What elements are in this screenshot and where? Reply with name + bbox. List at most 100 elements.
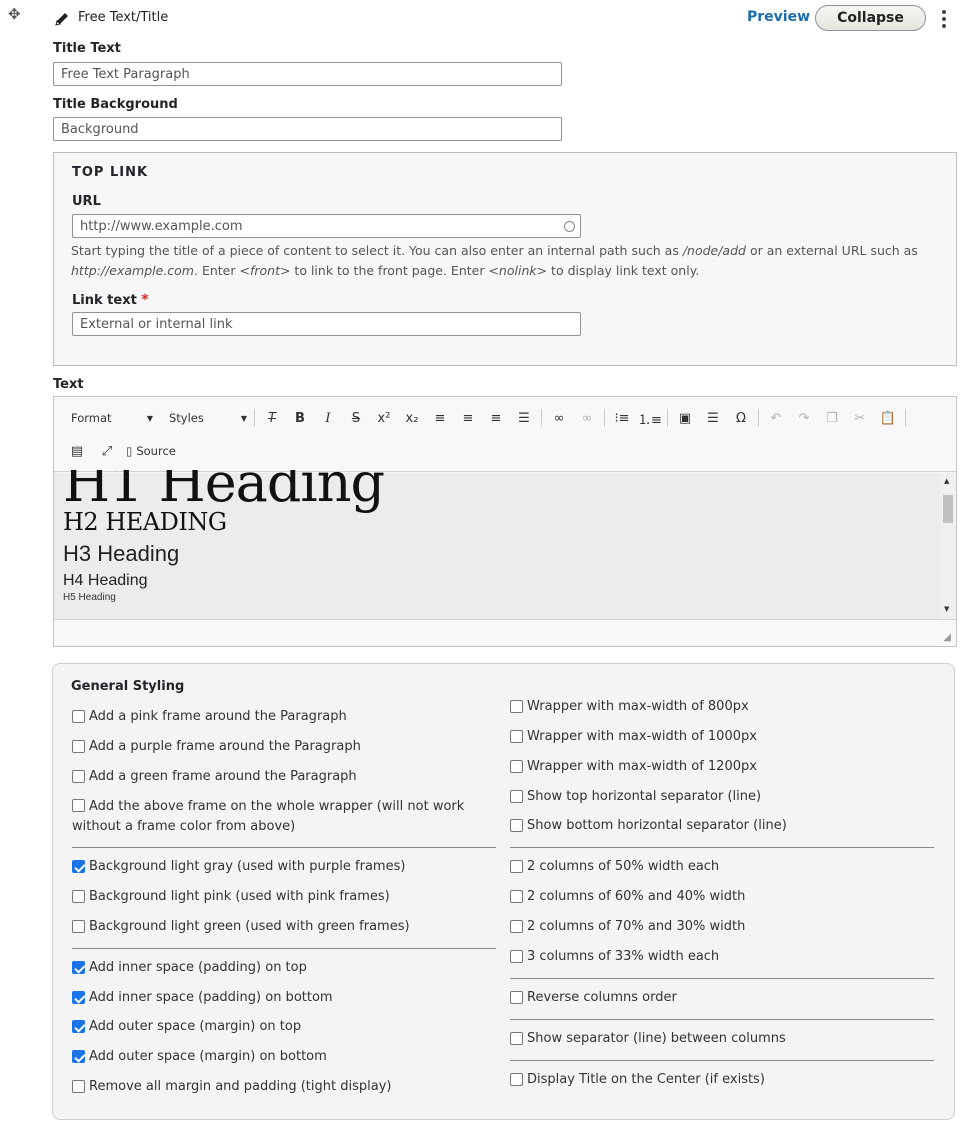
checkbox-margin-top[interactable]: Add outer space (margin) on top: [72, 1017, 301, 1037]
checkbox-box[interactable]: [510, 700, 523, 713]
checkbox-padding-bottom[interactable]: Add inner space (padding) on bottom: [72, 988, 333, 1008]
checkbox-box[interactable]: [510, 730, 523, 743]
checkbox-max-width-1000[interactable]: Wrapper with max-width of 1000px: [510, 727, 757, 747]
checkbox-box[interactable]: [72, 740, 85, 753]
checkbox-box[interactable]: [72, 1020, 85, 1033]
source-button[interactable]: ▯ Source: [126, 441, 176, 461]
align-justify-icon[interactable]: ☰: [513, 408, 535, 428]
checkbox-box[interactable]: [510, 790, 523, 803]
desc-text: or an external URL such as: [745, 243, 918, 258]
checkbox-box[interactable]: [510, 860, 523, 873]
checkbox-top-separator[interactable]: Show top horizontal separator (line): [510, 787, 761, 807]
checkbox-bg-light-pink[interactable]: Background light pink (used with pink fr…: [72, 887, 390, 907]
styles-dropdown[interactable]: Styles ▼: [169, 408, 247, 428]
checkbox-label: Add inner space (padding) on top: [89, 960, 307, 975]
checkbox-bg-light-gray[interactable]: Background light gray (used with purple …: [72, 857, 405, 877]
checkbox-frame-whole-wrapper[interactable]: Add the above frame on the whole wrapper…: [72, 796, 492, 837]
checkbox-2-columns-50[interactable]: 2 columns of 50% width each: [510, 857, 719, 877]
show-blocks-icon[interactable]: ▤: [66, 441, 88, 461]
checkbox-box[interactable]: [510, 950, 523, 963]
title-background-input[interactable]: Background: [53, 117, 562, 141]
subscript-icon[interactable]: x₂: [401, 408, 423, 428]
checkbox-box[interactable]: [510, 890, 523, 903]
checkbox-box[interactable]: [510, 1073, 523, 1086]
editor-scrollbar[interactable]: ▲ ▼: [940, 473, 956, 619]
checkbox-column-separator[interactable]: Show separator (line) between columns: [510, 1029, 786, 1049]
checkbox-bg-light-green[interactable]: Background light green (used with green …: [72, 917, 410, 937]
link-icon[interactable]: ∞: [548, 408, 570, 428]
link-text-input[interactable]: External or internal link: [72, 312, 581, 336]
checkbox-2-columns-60-40[interactable]: 2 columns of 60% and 40% width: [510, 887, 745, 907]
checkbox-tight-display[interactable]: Remove all margin and padding (tight dis…: [72, 1077, 391, 1097]
checkbox-box[interactable]: [72, 1080, 85, 1093]
title-text-label: Title Text: [53, 41, 121, 56]
checkbox-box[interactable]: [510, 760, 523, 773]
checkbox-purple-frame[interactable]: Add a purple frame around the Paragraph: [72, 737, 361, 757]
checkbox-2-columns-70-30[interactable]: 2 columns of 70% and 30% width: [510, 917, 745, 937]
checkbox-max-width-1200[interactable]: Wrapper with max-width of 1200px: [510, 757, 757, 777]
checkbox-label: Show top horizontal separator (line): [527, 789, 762, 804]
checkbox-box[interactable]: [510, 991, 523, 1004]
checkbox-reverse-columns[interactable]: Reverse columns order: [510, 988, 677, 1008]
checkbox-box[interactable]: [72, 961, 85, 974]
remove-format-icon[interactable]: T: [261, 408, 283, 428]
url-input[interactable]: http://www.example.com: [72, 214, 581, 238]
title-text-input[interactable]: Free Text Paragraph: [53, 62, 562, 86]
align-right-icon[interactable]: ≡: [485, 408, 507, 428]
checkbox-max-width-800[interactable]: Wrapper with max-width of 800px: [510, 697, 749, 717]
checkbox-box[interactable]: [510, 819, 523, 832]
horizontal-line-icon[interactable]: ☰: [702, 408, 724, 428]
checkbox-box[interactable]: [72, 890, 85, 903]
italic-icon[interactable]: I: [317, 408, 339, 428]
special-character-icon[interactable]: Ω: [730, 408, 752, 428]
redo-icon[interactable]: ↷: [793, 408, 815, 428]
bulleted-list-icon[interactable]: ⁝≡: [611, 408, 633, 428]
checkbox-box[interactable]: [72, 710, 85, 723]
maximize-icon[interactable]: ⤢: [96, 441, 118, 461]
url-description: Start typing the title of a piece of con…: [71, 241, 931, 281]
desc-em-example: http://example.com: [71, 263, 194, 278]
checkbox-label: Show bottom horizontal separator (line): [527, 818, 787, 833]
checkbox-box[interactable]: [72, 799, 85, 812]
checkbox-label: Reverse columns order: [527, 990, 677, 1005]
checkbox-bottom-separator[interactable]: Show bottom horizontal separator (line): [510, 816, 787, 836]
scrollbar-thumb[interactable]: [943, 495, 953, 523]
checkbox-box[interactable]: [72, 860, 85, 873]
scroll-down-icon[interactable]: ▼: [944, 605, 949, 613]
checkbox-3-columns[interactable]: 3 columns of 33% width each: [510, 947, 719, 967]
checkbox-box[interactable]: [72, 991, 85, 1004]
checkbox-box[interactable]: [72, 1050, 85, 1063]
superscript-icon[interactable]: x²: [373, 408, 395, 428]
resize-handle-icon[interactable]: ◢: [943, 632, 951, 643]
strikethrough-icon[interactable]: S: [345, 408, 367, 428]
format-chevron-icon: ▼: [146, 413, 153, 423]
copy-icon[interactable]: ❐: [821, 408, 843, 428]
collapse-button[interactable]: Collapse: [815, 5, 926, 31]
checkbox-label: 2 columns of 60% and 40% width: [527, 889, 746, 904]
scroll-up-icon[interactable]: ▲: [944, 477, 949, 485]
cut-icon[interactable]: ✂: [849, 408, 871, 428]
align-left-icon[interactable]: ≡: [429, 408, 451, 428]
drag-handle-icon[interactable]: ✥: [8, 6, 24, 22]
image-icon[interactable]: ▣: [674, 408, 696, 428]
checkbox-box[interactable]: [510, 920, 523, 933]
bold-icon[interactable]: B: [289, 408, 311, 428]
desc-text: . Enter: [194, 263, 240, 278]
checkbox-padding-top[interactable]: Add inner space (padding) on top: [72, 958, 307, 978]
paste-icon[interactable]: 📋: [877, 408, 899, 428]
url-label: URL: [72, 194, 101, 209]
checkbox-box[interactable]: [510, 1032, 523, 1045]
checkbox-title-center[interactable]: Display Title on the Center (if exists): [510, 1070, 765, 1090]
unlink-icon[interactable]: ∞: [576, 408, 598, 428]
checkbox-box[interactable]: [72, 770, 85, 783]
format-dropdown[interactable]: Format ▼: [71, 408, 153, 428]
preview-link[interactable]: Preview: [747, 9, 810, 25]
more-actions-icon[interactable]: [936, 8, 952, 30]
undo-icon[interactable]: ↶: [765, 408, 787, 428]
align-center-icon[interactable]: ≡: [457, 408, 479, 428]
checkbox-box[interactable]: [72, 920, 85, 933]
numbered-list-icon[interactable]: ⒈≡: [638, 408, 662, 428]
checkbox-pink-frame[interactable]: Add a pink frame around the Paragraph: [72, 707, 347, 727]
checkbox-green-frame[interactable]: Add a green frame around the Paragraph: [72, 767, 357, 787]
checkbox-margin-bottom[interactable]: Add outer space (margin) on bottom: [72, 1047, 327, 1067]
